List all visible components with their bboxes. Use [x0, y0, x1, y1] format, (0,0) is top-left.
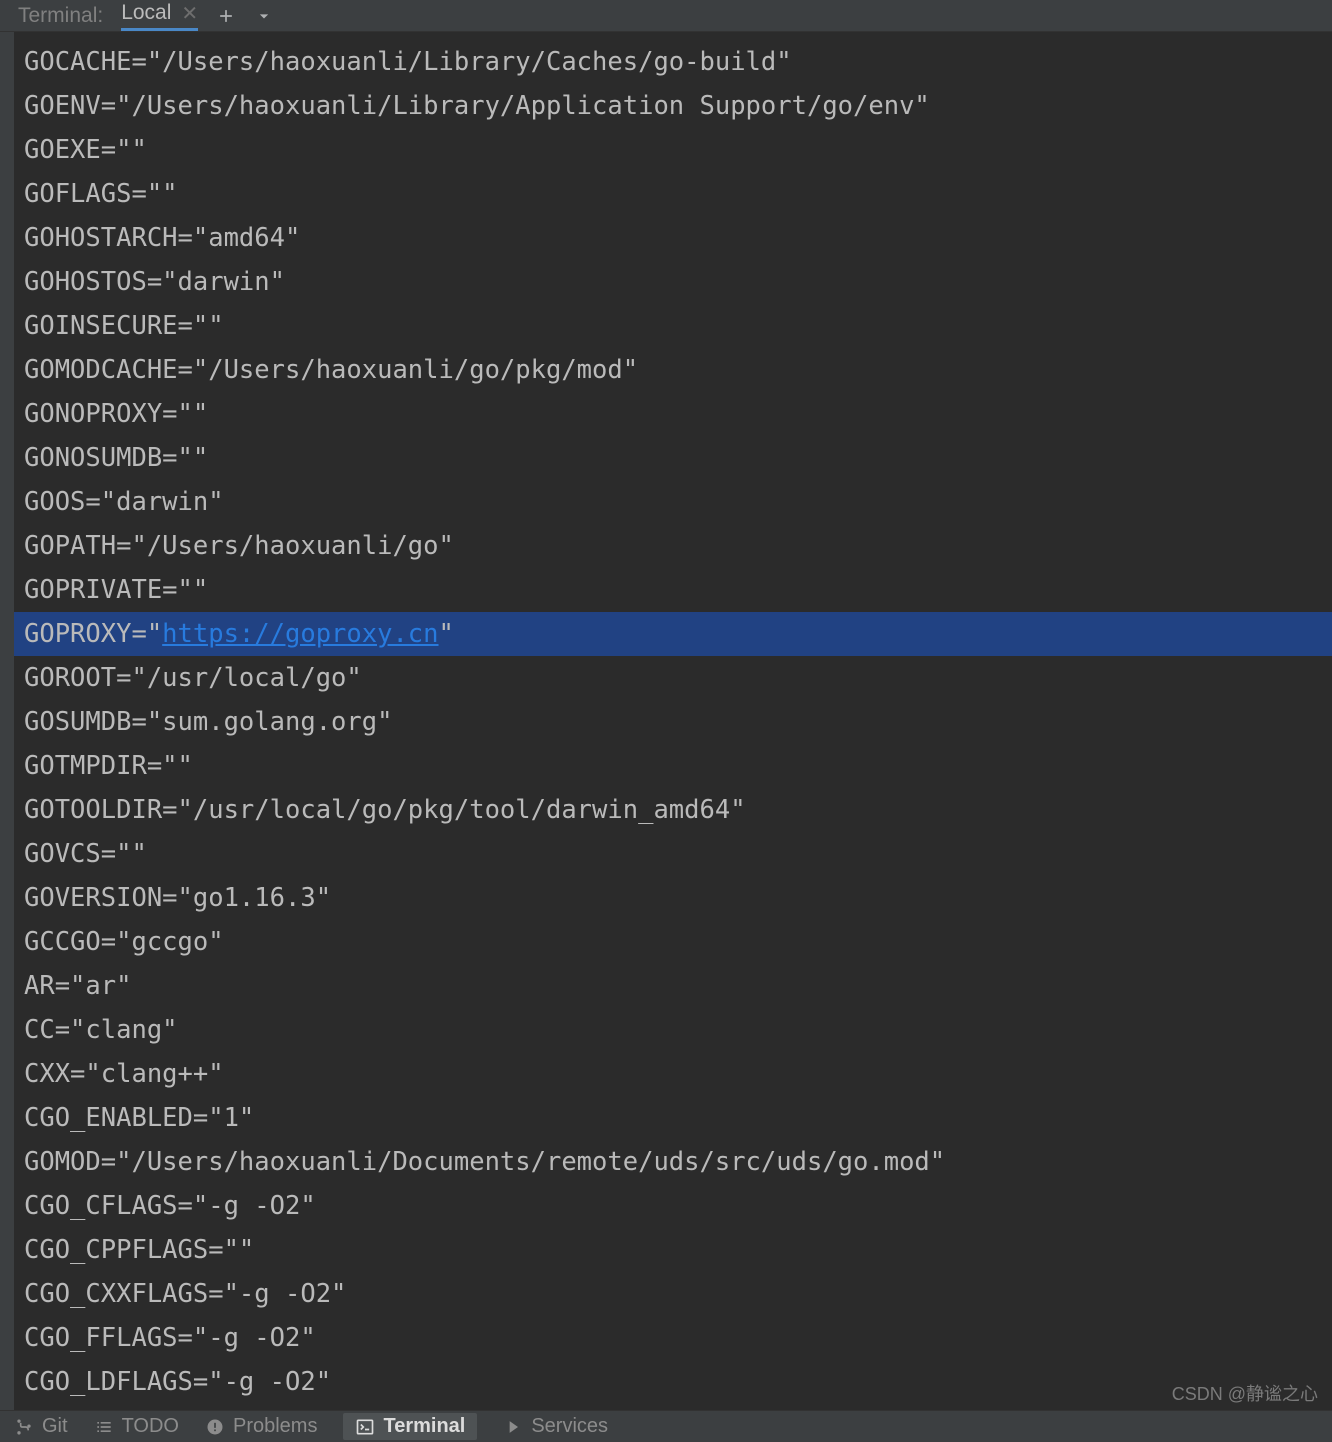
terminal-line: GOFLAGS="" — [24, 172, 1322, 216]
terminal-line: GOHOSTARCH="amd64" — [24, 216, 1322, 260]
terminal-line: AR="ar" — [24, 964, 1322, 1008]
terminal-line: CGO_CXXFLAGS="-g -O2" — [24, 1272, 1322, 1316]
close-icon[interactable]: ✕ — [181, 1, 198, 26]
left-toolwindow-gutter — [0, 32, 14, 1410]
terminal-line: CGO_ENABLED="1" — [24, 1096, 1322, 1140]
terminal-line: GOCACHE="/Users/haoxuanli/Library/Caches… — [24, 40, 1322, 84]
terminal-line: GOVERSION="go1.16.3" — [24, 876, 1322, 920]
terminal-line: GOOS="darwin" — [24, 480, 1322, 524]
terminal-line: GOSUMDB="sum.golang.org" — [24, 700, 1322, 744]
toolbar-label: Problems — [233, 1415, 317, 1438]
bottom-toolbar: Git TODO Problems Terminal Services — [0, 1410, 1332, 1442]
terminal-line: GOINSECURE="" — [24, 304, 1322, 348]
terminal-line: GOEXE="" — [24, 128, 1322, 172]
list-icon — [94, 1417, 114, 1437]
terminal-line: GOHOSTOS="darwin" — [24, 260, 1322, 304]
terminal-line: CGO_FFLAGS="-g -O2" — [24, 1316, 1322, 1360]
warning-icon — [205, 1417, 225, 1437]
terminal-line: GOENV="/Users/haoxuanli/Library/Applicat… — [24, 84, 1322, 128]
toolbar-label: Services — [531, 1415, 608, 1438]
terminal-tab-local[interactable]: Local ✕ — [121, 0, 198, 31]
terminal-line: GOROOT="/usr/local/go" — [24, 656, 1322, 700]
toolbar-item-terminal[interactable]: Terminal — [343, 1413, 477, 1440]
terminal-output[interactable]: GOCACHE="/Users/haoxuanli/Library/Caches… — [14, 32, 1332, 1410]
toolbar-item-services[interactable]: Services — [503, 1415, 608, 1438]
terminal-panel-label: Terminal: — [18, 4, 103, 28]
toolbar-item-problems[interactable]: Problems — [205, 1415, 317, 1438]
terminal-line: GOTMPDIR="" — [24, 744, 1322, 788]
terminal-line: CGO_CPPFLAGS="" — [24, 1228, 1322, 1272]
terminal-line: GOPRIVATE="" — [24, 568, 1322, 612]
chevron-down-icon[interactable] — [254, 6, 274, 26]
toolbar-label: Terminal — [383, 1415, 465, 1438]
terminal-line: GOPATH="/Users/haoxuanli/go" — [24, 524, 1322, 568]
terminal-line: GOTOOLDIR="/usr/local/go/pkg/tool/darwin… — [24, 788, 1322, 832]
terminal-line: GONOPROXY="" — [24, 392, 1322, 436]
terminal-link[interactable]: https://goproxy.cn — [162, 619, 438, 649]
services-icon — [503, 1417, 523, 1437]
toolbar-label: TODO — [122, 1415, 179, 1438]
terminal-line: GOMODCACHE="/Users/haoxuanli/go/pkg/mod" — [24, 348, 1322, 392]
branch-icon — [14, 1417, 34, 1437]
terminal-line: GOPROXY="https://goproxy.cn" — [14, 612, 1332, 656]
toolbar-item-todo[interactable]: TODO — [94, 1415, 179, 1438]
terminal-line: CC="clang" — [24, 1008, 1322, 1052]
terminal-line: CGO_CFLAGS="-g -O2" — [24, 1184, 1322, 1228]
toolbar-label: Git — [42, 1415, 68, 1438]
terminal-icon — [355, 1417, 375, 1437]
terminal-line: GOVCS="" — [24, 832, 1322, 876]
terminal-line: GCCGO="gccgo" — [24, 920, 1322, 964]
plus-icon[interactable] — [216, 6, 236, 26]
terminal-header: Terminal: Local ✕ — [0, 0, 1332, 32]
terminal-line: CGO_LDFLAGS="-g -O2" — [24, 1360, 1322, 1404]
terminal-line: GONOSUMDB="" — [24, 436, 1322, 480]
terminal-line: CXX="clang++" — [24, 1052, 1322, 1096]
toolbar-item-git[interactable]: Git — [14, 1415, 68, 1438]
terminal-tab-label: Local — [121, 1, 171, 25]
terminal-line: GOMOD="/Users/haoxuanli/Documents/remote… — [24, 1140, 1322, 1184]
watermark-text: CSDN @静谧之心 — [1172, 1380, 1318, 1406]
